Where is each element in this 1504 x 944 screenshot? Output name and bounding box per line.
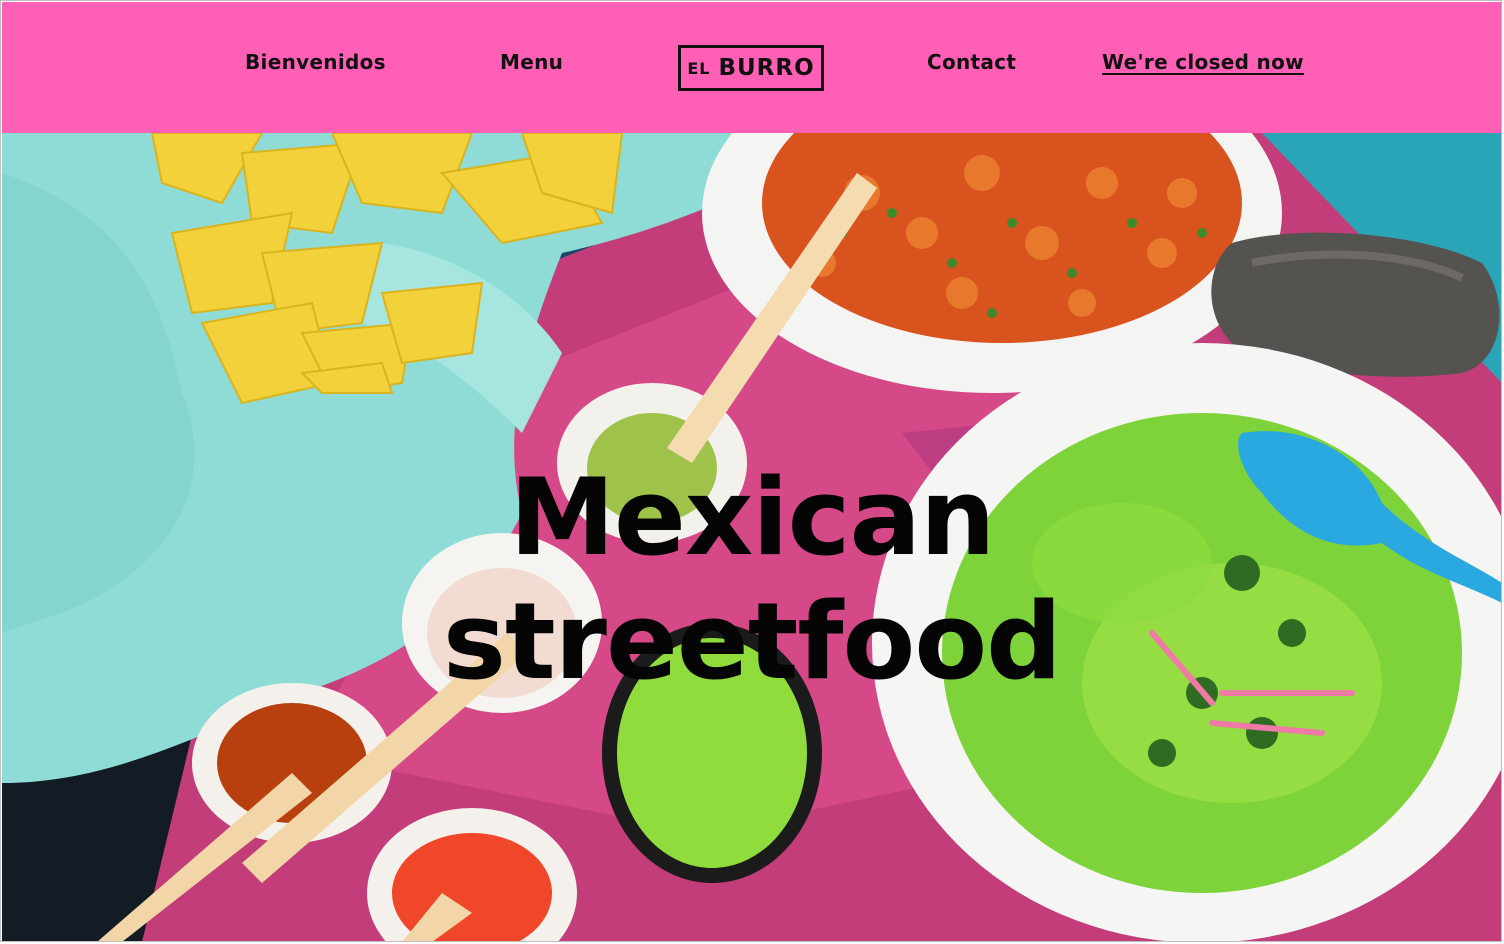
nav-bienvenidos-link[interactable]: Bienvenidos (245, 50, 386, 74)
hero-headline-line2: streetfood (442, 580, 1062, 704)
logo-prefix: EL (687, 58, 711, 78)
logo-home-link[interactable]: EL BURRO (678, 45, 824, 91)
opening-status-link[interactable]: We're closed now (1102, 50, 1304, 74)
site-header: Bienvenidos Menu EL BURRO Contact We're … (2, 2, 1502, 133)
hero-headline: Mexican streetfood (2, 456, 1502, 704)
hero-headline-line1: Mexican (509, 456, 996, 580)
nav-contact-link[interactable]: Contact (927, 50, 1016, 74)
logo-text: BURRO (718, 55, 815, 81)
nav-menu-link[interactable]: Menu (500, 50, 563, 74)
hero-section: Mexican streetfood (2, 133, 1502, 942)
